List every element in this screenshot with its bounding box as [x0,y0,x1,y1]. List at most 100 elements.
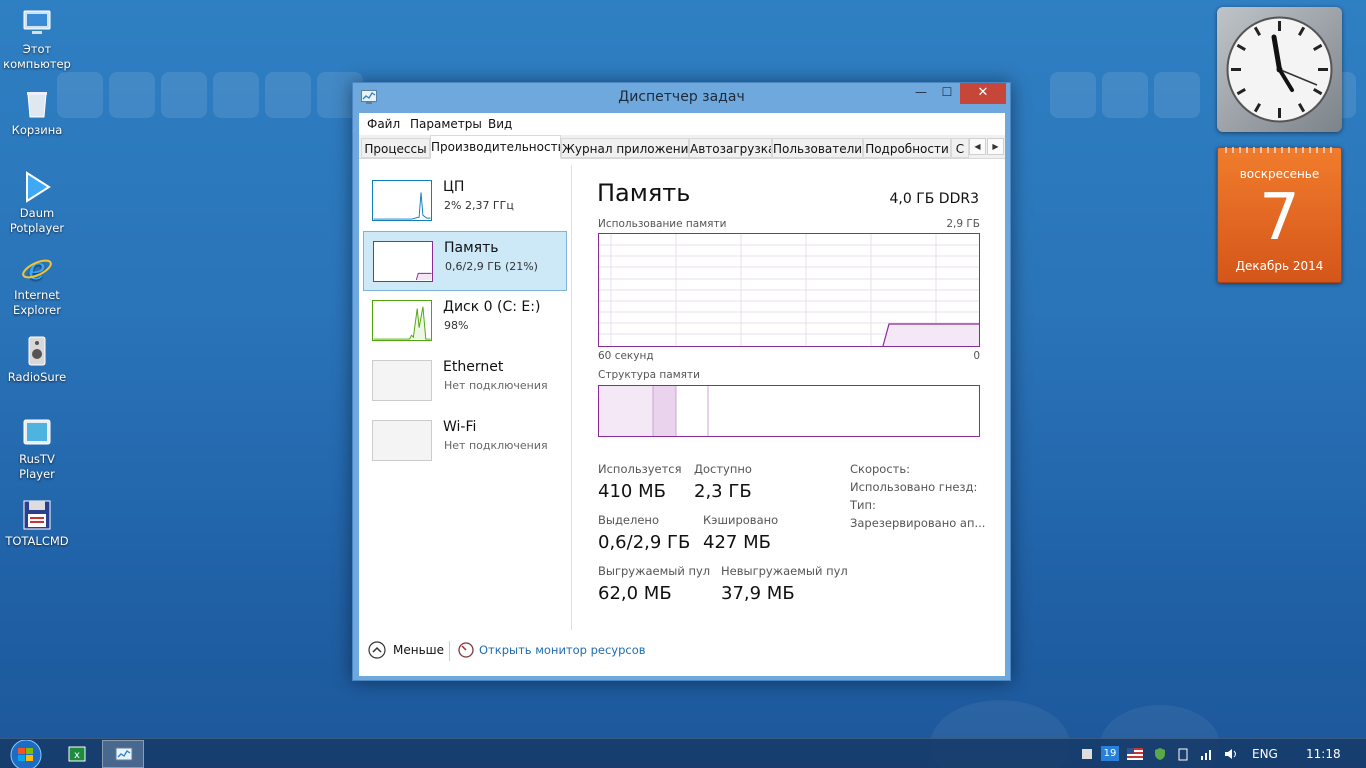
play-icon [26,171,51,203]
maximize-button[interactable]: ☐ [934,85,960,106]
graph-axis-right: 0 [973,350,980,362]
taskbar-app-task-manager[interactable] [102,740,144,768]
stat-available-value: 2,3 ГБ [694,481,752,502]
floppy-disk-icon [23,500,51,530]
desktop-icon-this-pc[interactable]: Этот компьютер [0,6,74,72]
perf-item-ethernet[interactable]: Ethernet Нет подключения [363,351,567,411]
clock-gadget[interactable] [1217,7,1342,132]
memory-structure-modified [653,386,676,436]
tab-app-history[interactable]: Журнал приложений [561,138,689,158]
computer-icon [23,10,51,34]
tray-language[interactable]: ENG [1252,747,1278,761]
title-bar[interactable]: Диспетчер задач — ☐ ✕ [353,83,1010,113]
calendar-rings [1225,147,1332,153]
disk-thumbnail-graph [372,300,432,341]
tray-network-icon[interactable] [1080,747,1094,761]
ethernet-thumbnail-graph [372,360,432,401]
tray-badge[interactable]: 19 [1101,746,1119,761]
tray-security-icon[interactable] [1153,747,1167,761]
stat-cached-value: 427 МБ [703,532,771,553]
svg-text:x: x [74,750,80,761]
tab-bar: Процессы Производительность Журнал прило… [359,135,1005,159]
graph-axis-left: 60 секунд [598,350,654,362]
memory-structure-bar [598,385,980,437]
memory-structure-in-use [599,386,653,436]
task-manager-taskbar-icon [115,747,133,761]
speaker-icon [28,336,46,366]
panel-divider [571,165,572,630]
stat-committed-value: 0,6/2,9 ГБ [598,532,691,553]
tab-scroll-left-button[interactable]: ◀ [969,138,986,155]
detail-type-label: Тип: [850,498,876,512]
stat-paged-pool-value: 62,0 МБ [598,583,672,604]
calendar-month-year: Декабрь 2014 [1235,259,1324,273]
detail-speed-label: Скорость: [850,462,911,476]
menu-options[interactable]: Параметры [410,117,482,131]
tab-scroll-right-button[interactable]: ▶ [987,138,1004,155]
desktop-icon-daum-potplayer[interactable]: Daum Potplayer [0,170,74,236]
stat-cached-label: Кэшировано [703,513,779,527]
calendar-weekday: воскресенье [1239,167,1320,181]
memory-title: Память [597,179,691,207]
stat-paged-pool-label: Выгружаемый пул [598,564,711,578]
wifi-thumbnail-graph [372,420,432,461]
memory-spec: 4,0 ГБ DDR3 [889,191,979,207]
perf-item-wifi[interactable]: Wi-Fi Нет подключения [363,411,567,471]
desktop-icon-recycle-bin[interactable]: Корзина [0,87,74,138]
menu-bar: Файл Параметры Вид [359,113,1005,135]
taskbar-app-sheets[interactable]: x [58,740,96,768]
perf-item-cpu[interactable]: ЦП 2% 2,37 ГГц [363,171,567,231]
tray-volume-icon[interactable] [1223,747,1239,761]
minimize-button[interactable]: — [908,85,934,106]
taskbar: x 19 ENG 11:18 [0,738,1366,768]
tray-flag-icon[interactable] [1127,748,1143,760]
task-manager-window[interactable]: Диспетчер задач — ☐ ✕ Файл Параметры Вид… [352,82,1011,681]
tab-services[interactable]: С [951,138,969,158]
desktop-icon-radiosure[interactable]: RadioSure [0,334,74,385]
spreadsheet-app-icon: x [68,746,86,762]
start-button[interactable] [4,739,48,768]
close-button[interactable]: ✕ [960,83,1006,104]
calendar-gadget[interactable]: воскресенье 7 Декабрь 2014 [1217,147,1342,283]
stat-in-use-label: Используется [598,462,682,476]
memory-usage-max: 2,9 ГБ [946,218,980,230]
desktop-icon-totalcmd[interactable]: TOTALCMD [0,498,74,549]
resource-monitor-icon [458,642,474,658]
open-resource-monitor-link[interactable]: Открыть монитор ресурсов [458,641,658,661]
menu-view[interactable]: Вид [488,117,512,131]
open-resource-monitor-label: Открыть монитор ресурсов [479,643,646,657]
tv-icon [23,419,51,445]
stat-nonpaged-pool-value: 37,9 МБ [721,583,795,604]
memory-structure-label: Структура памяти [598,369,700,381]
windows-logo-icon [10,739,42,768]
detail-reserved-label: Зарезервировано ап... [850,516,986,530]
calendar-day: 7 [1259,181,1300,255]
perf-item-disk[interactable]: Диск 0 (C: E:) 98% [363,291,567,351]
detail-slots-label: Использовано гнезд: [850,480,978,494]
menu-file[interactable]: Файл [367,117,400,131]
svg-text:e: e [28,252,46,286]
analog-clock-face [1226,16,1333,123]
tab-details[interactable]: Подробности [863,138,951,158]
fewer-details-label: Меньше [393,643,445,657]
tray-power-icon[interactable] [1176,747,1190,761]
stat-available-label: Доступно [694,462,752,476]
internet-explorer-icon: e [22,252,52,286]
window-client-area: Файл Параметры Вид Процессы Производител… [359,113,1005,676]
desktop-icon-internet-explorer[interactable]: e Internet Explorer [0,252,74,318]
tray-signal-icon[interactable] [1200,747,1214,761]
memory-usage-graph [598,233,980,347]
footer-bar: Меньше Открыть монитор ресурсов [359,631,1005,676]
desktop-icon-rustv-player[interactable]: RusTV Player [0,416,74,482]
perf-item-memory[interactable]: Память 0,6/2,9 ГБ (21%) [363,231,567,291]
tray-clock[interactable]: 11:18 [1306,747,1341,761]
memory-usage-area [883,324,979,346]
tab-performance[interactable]: Производительность [430,135,561,159]
footer-separator [449,641,450,661]
memory-usage-label: Использование памяти [598,218,727,230]
memory-thumbnail-graph [373,241,433,282]
tab-processes[interactable]: Процессы [361,138,430,158]
stat-in-use-value: 410 МБ [598,481,666,502]
tab-startup[interactable]: Автозагрузка [689,138,772,158]
tab-users[interactable]: Пользователи [772,138,863,158]
